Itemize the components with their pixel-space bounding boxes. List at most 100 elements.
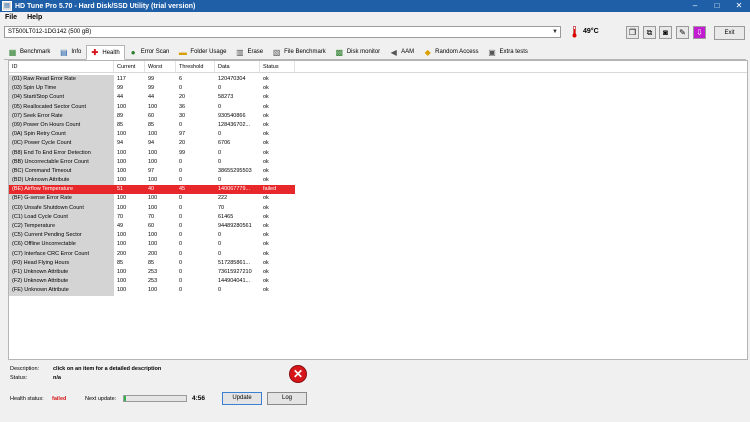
table-row[interactable]: (BF) G-sense Error Rate 100 100 0 222 ok <box>9 194 295 204</box>
cell-data: 0 <box>218 241 222 248</box>
tab-disk-monitor[interactable]: ▩ Disk monitor <box>331 45 385 59</box>
table-row[interactable]: (FE) Unknown Attribute 100 100 0 0 ok <box>9 286 295 296</box>
progress-fill <box>124 396 126 401</box>
table-row[interactable]: (F2) Unknown Attribute 100 253 0 144904041..… <box>9 277 295 287</box>
cell-id: (F1) Unknown Attribute <box>9 267 114 278</box>
cell-status: ok <box>263 149 269 156</box>
speaker-icon: ◀ <box>390 47 397 57</box>
table-row[interactable]: (F1) Unknown Attribute 100 253 0 73615927210… <box>9 267 295 278</box>
cell-threshold: 20 <box>179 140 186 147</box>
table-row[interactable]: (07) Seek Error Rate 89 60 30 930540866 ok <box>9 111 295 121</box>
random-access-icon: ◆ <box>424 47 431 57</box>
copy-clipboard-icon[interactable]: ⧉ <box>643 26 656 39</box>
column-header-id[interactable]: ID <box>9 61 114 72</box>
cell-current: 85 <box>117 121 124 128</box>
copy-info-icon[interactable]: ❐ <box>626 26 639 39</box>
cell-worst: 100 <box>148 287 158 294</box>
cell-status: ok <box>263 103 269 110</box>
cell-data: 930540866 <box>218 112 246 119</box>
cell-worst: 100 <box>148 103 158 110</box>
cell-worst: 100 <box>148 204 158 211</box>
table-row[interactable]: (C2) Temperature 49 60 0 94489280561 ok <box>9 222 295 232</box>
camera-icon[interactable]: ◙ <box>659 26 672 39</box>
menu-file[interactable]: File <box>0 14 22 21</box>
table-row[interactable]: (C7) Interface CRC Error Count 200 200 0 0 ok <box>9 249 295 259</box>
update-button[interactable]: Update <box>222 392 262 405</box>
table-row[interactable]: (F0) Head Flying Hours 85 85 0 517285861... o… <box>9 258 295 268</box>
cell-threshold: 0 <box>179 167 183 174</box>
table-row[interactable]: (09) Power On Hours Count 85 85 0 128436702.… <box>9 120 295 131</box>
extra-tests-icon: ▣ <box>488 47 496 57</box>
cell-data: 58273 <box>218 94 234 101</box>
tab-benchmark[interactable]: ▦ Benchmark <box>4 45 55 59</box>
cell-data: 144904041... <box>218 278 251 285</box>
tab-extra-tests[interactable]: ▣ Extra tests <box>484 45 533 59</box>
column-header-threshold[interactable]: Threshold <box>176 61 215 72</box>
table-row[interactable]: (B8) End To End Error Detection 100 100 99 0… <box>9 148 295 158</box>
cell-data: 0 <box>218 158 222 165</box>
cell-threshold: 99 <box>179 149 186 156</box>
cell-threshold: 0 <box>179 278 183 285</box>
table-row[interactable]: (BD) Unknown Attribute 100 100 0 0 ok <box>9 176 295 186</box>
tab-folder-usage[interactable]: ▬ Folder Usage <box>174 45 231 59</box>
table-row[interactable]: (C0) Unsafe Shutdown Count 100 100 0 70 ok <box>9 203 295 213</box>
options-icon[interactable]: ✎ <box>676 26 689 39</box>
cell-data: 140067779... <box>215 185 260 195</box>
save-download-icon[interactable]: ⇩ <box>693 26 706 39</box>
cell-id: (07) Seek Error Rate <box>9 111 114 121</box>
table-row[interactable]: (C6) Offline Uncorrectable 100 100 0 0 ok <box>9 240 295 250</box>
drive-select[interactable]: ST500LT012-1DG142 (500 gB) ▼ <box>4 26 561 38</box>
cell-id: (0C) Power Cycle Count <box>9 139 114 149</box>
cell-current: 100 <box>117 177 127 184</box>
tab-erase[interactable]: ▥ Erase <box>231 45 268 59</box>
tab-error-scan[interactable]: ● Error Scan <box>125 45 175 59</box>
table-row[interactable]: (04) Start/Stop Count 44 44 20 58273 ok <box>9 93 295 103</box>
table-row[interactable]: (05) Reallocated Sector Count 100 100 36 0 ok <box>9 102 295 112</box>
cell-worst: 40 <box>145 185 176 195</box>
table-row[interactable]: (BC) Command Timeout 100 97 0 38655295503 ok <box>9 166 295 177</box>
column-header-status[interactable]: Status <box>260 61 295 72</box>
minimize-button[interactable]: – <box>684 0 706 12</box>
table-row[interactable]: (0C) Power Cycle Count 94 94 20 6706 ok <box>9 139 295 149</box>
table-row[interactable]: (0A) Spin Retry Count 100 100 97 0 ok <box>9 130 295 140</box>
cell-data: 73615927210 <box>218 268 252 275</box>
cell-worst: 100 <box>148 232 158 239</box>
cell-worst: 94 <box>148 140 155 147</box>
tab-aam[interactable]: ◀ AAM <box>385 45 419 59</box>
cell-worst: 100 <box>148 131 158 138</box>
log-button[interactable]: Log <box>267 392 307 405</box>
table-row[interactable]: (C1) Load Cycle Count 70 70 0 61465 ok <box>9 212 295 222</box>
cell-threshold: 0 <box>179 241 183 248</box>
table-row[interactable]: (01) Raw Read Error Rate 117 99 6 120470304 o… <box>9 75 295 85</box>
cell-status: ok <box>263 158 269 165</box>
tab-health[interactable]: ✚ Health <box>86 45 125 60</box>
column-header-current[interactable]: Current <box>114 61 145 72</box>
cell-status: ok <box>263 121 269 128</box>
tab-random-access[interactable]: ◆ Random Access <box>419 45 483 59</box>
table-row[interactable]: (03) Spin Up Time 99 99 0 0 ok <box>9 84 295 94</box>
column-header-worst[interactable]: Worst <box>145 61 176 72</box>
description-value: click on an item for a detailed descript… <box>53 366 162 372</box>
cell-data: 0 <box>218 149 222 156</box>
tab-file-benchmark[interactable]: ▧ File Benchmark <box>268 45 331 59</box>
table-row[interactable]: (C5) Current Pending Sector 100 100 0 0 ok <box>9 231 295 241</box>
table-row[interactable]: (BE) Airflow Temperature 51 40 45 140067779.… <box>9 185 295 195</box>
cell-threshold: 0 <box>179 223 183 229</box>
cell-threshold: 0 <box>179 259 183 266</box>
title-bar: ▤ HD Tune Pro 5.70 - Hard Disk/SSD Utili… <box>0 0 750 12</box>
cell-current: 51 <box>114 185 145 195</box>
close-button[interactable]: ✕ <box>728 0 750 12</box>
exit-button[interactable]: Exit <box>714 26 745 40</box>
cell-id: (BD) Unknown Attribute <box>9 176 114 186</box>
cell-status: ok <box>263 268 269 275</box>
cell-status: ok <box>263 287 269 294</box>
tab-info[interactable]: ▤ Info <box>55 45 86 59</box>
table-row[interactable]: (BB) Uncorrectable Error Count 100 100 0 0 ok <box>9 157 295 167</box>
cell-worst: 100 <box>148 241 158 248</box>
cell-threshold: 30 <box>179 112 186 119</box>
column-header-data[interactable]: Data <box>215 61 260 72</box>
cell-current: 100 <box>117 268 127 275</box>
cell-current: 44 <box>117 94 124 101</box>
menu-help[interactable]: Help <box>22 14 47 21</box>
maximize-button[interactable]: □ <box>706 0 728 12</box>
